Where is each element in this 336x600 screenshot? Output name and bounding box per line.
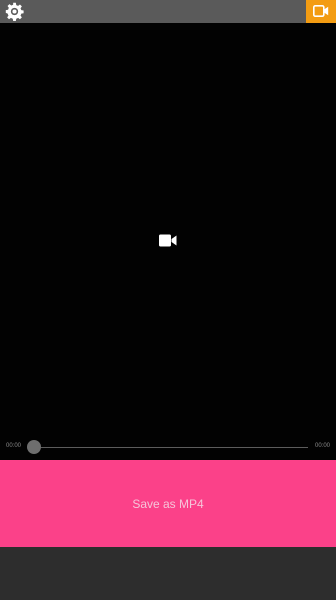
timeline-track[interactable] [30,447,308,448]
app-root: 00:00 00:00 Save as MP4 [0,0,336,600]
record-camera-button[interactable] [306,0,336,23]
timeline-thumb[interactable] [27,440,41,454]
gear-icon [5,2,24,21]
top-toolbar [0,0,336,23]
current-time: 00:00 [6,443,22,449]
timeline-scrubber: 00:00 00:00 [0,435,336,460]
settings-button[interactable] [5,2,24,21]
bottom-bar [0,547,336,600]
total-time: 00:00 [314,443,330,449]
video-camera-icon [313,5,329,17]
video-camera-icon [159,234,177,247]
save-as-mp4-button[interactable]: Save as MP4 [0,460,336,547]
video-preview[interactable] [0,23,336,435]
